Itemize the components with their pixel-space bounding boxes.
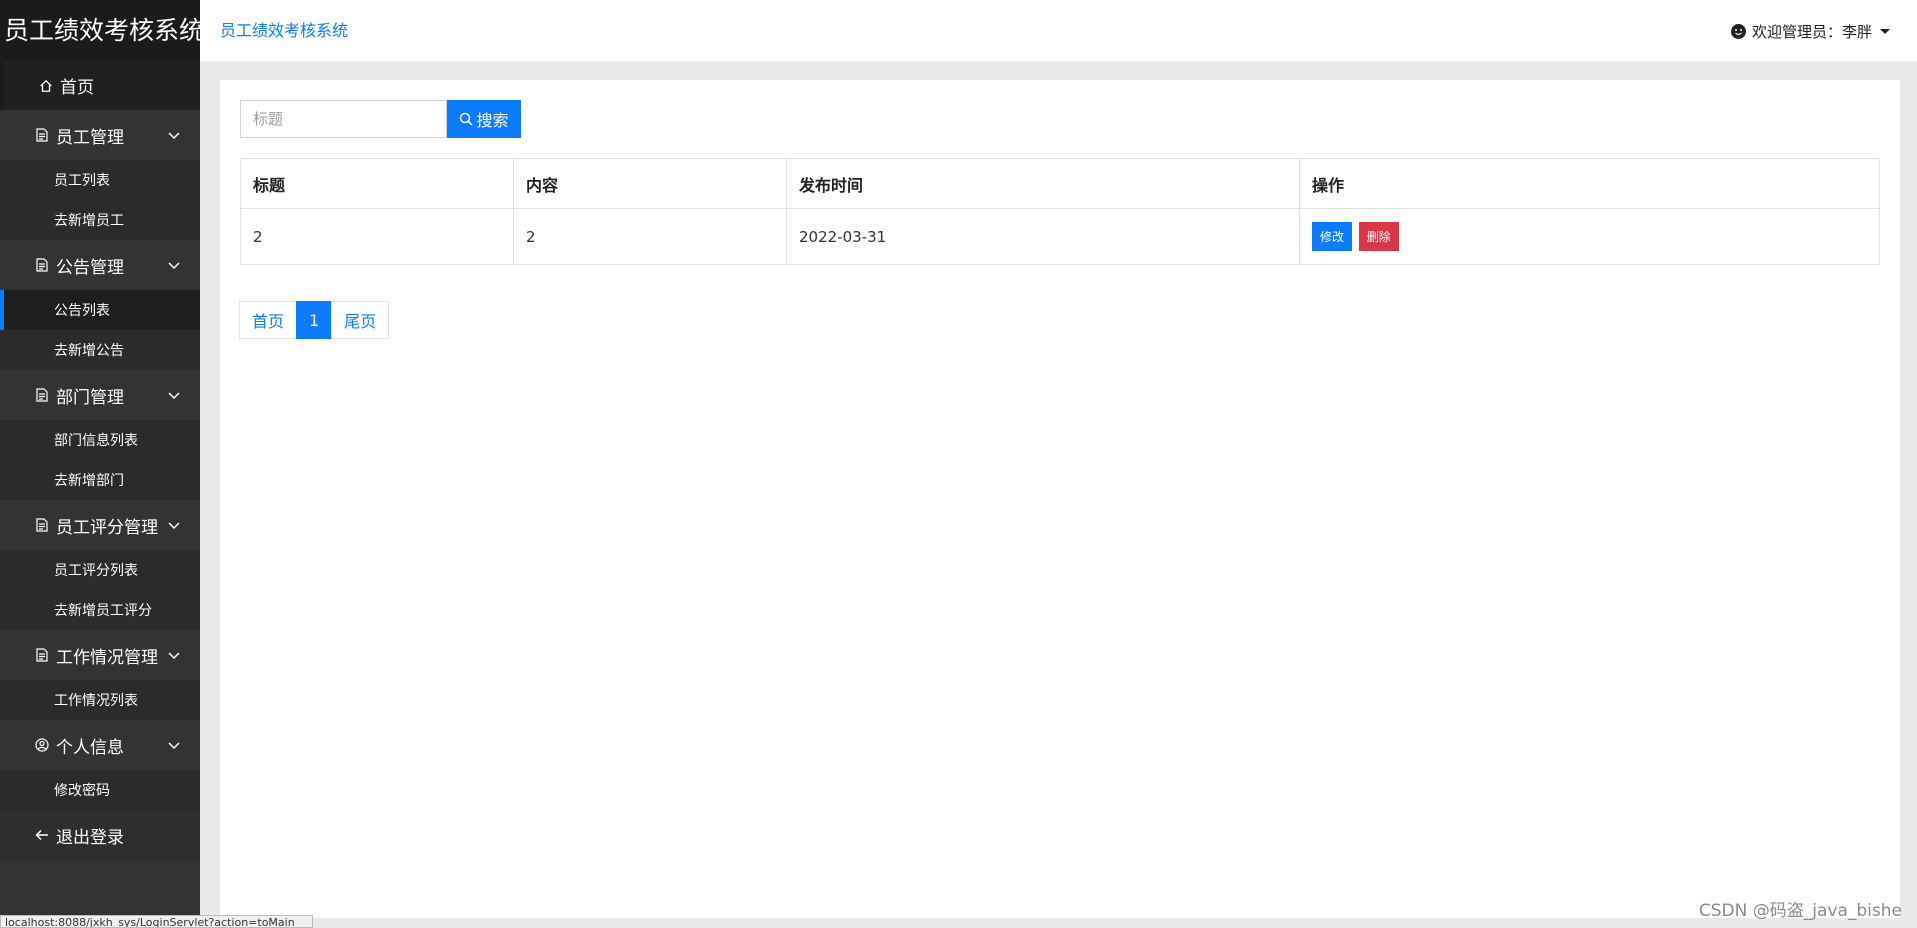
chevron-down-icon xyxy=(168,742,180,750)
column-header-content: 内容 xyxy=(513,158,787,209)
sidebar-group-work[interactable]: 工作情况管理 xyxy=(0,630,200,680)
chevron-down-icon xyxy=(168,262,180,270)
chevron-down-icon xyxy=(168,392,180,400)
page-current[interactable]: 1 xyxy=(296,301,333,339)
logout-button[interactable]: 退出登录 xyxy=(0,810,200,860)
sidebar-item-label: 首页 xyxy=(60,78,94,98)
page-first[interactable]: 首页 xyxy=(239,301,298,339)
sidebar-group-department[interactable]: 部门管理 xyxy=(0,370,200,420)
chevron-down-icon xyxy=(168,522,180,530)
document-icon xyxy=(34,387,50,403)
table-header-row: 标题 内容 发布时间 操作 xyxy=(240,158,1880,209)
document-icon xyxy=(34,127,50,143)
content-card: 搜索 标题 内容 发布时间 操作 2 2 2022-03-31 修改 删除 xyxy=(220,80,1900,918)
table-row: 2 2 2022-03-31 修改 删除 xyxy=(240,208,1880,265)
logout-label: 退出登录 xyxy=(56,827,124,848)
sidebar-item-work-list[interactable]: 工作情况列表 xyxy=(0,680,200,720)
cell-actions: 修改 删除 xyxy=(1299,208,1880,265)
browser-status-bar: localhost:8088/jxkh_sys/LoginServlet?act… xyxy=(0,915,313,928)
sidebar-group-label: 员工评分管理 xyxy=(56,517,158,538)
sidebar-group-label: 员工管理 xyxy=(56,127,124,148)
search-button[interactable]: 搜索 xyxy=(447,100,521,138)
search-button-label: 搜索 xyxy=(476,111,509,130)
sidebar-group-employee[interactable]: 员工管理 xyxy=(0,110,200,160)
sidebar-group-label: 公告管理 xyxy=(56,257,124,278)
home-icon xyxy=(38,78,54,94)
column-header-date: 发布时间 xyxy=(786,158,1300,209)
smiley-icon xyxy=(1730,24,1746,39)
watermark: CSDN @码盗_java_bishe xyxy=(1698,901,1902,921)
app-brand: 员工绩效考核系统 xyxy=(0,0,200,61)
edit-button[interactable]: 修改 xyxy=(1312,222,1353,251)
sidebar-group-label: 个人信息 xyxy=(56,737,124,758)
cell-title: 2 xyxy=(240,208,514,265)
caret-down-icon xyxy=(1880,29,1890,34)
sidebar-item-add-department[interactable]: 去新增部门 xyxy=(0,460,200,500)
sidebar-item-department-list[interactable]: 部门信息列表 xyxy=(0,420,200,460)
sidebar-item-add-employee[interactable]: 去新增员工 xyxy=(0,200,200,240)
chevron-down-icon xyxy=(168,652,180,660)
sidebar-item-add-notice[interactable]: 去新增公告 xyxy=(0,330,200,370)
sidebar-group-rating[interactable]: 员工评分管理 xyxy=(0,500,200,550)
sidebar-item-change-password[interactable]: 修改密码 xyxy=(0,770,200,810)
notice-table: 标题 内容 发布时间 操作 2 2 2022-03-31 修改 删除 xyxy=(240,158,1880,265)
sidebar-item-rating-list[interactable]: 员工评分列表 xyxy=(0,550,200,590)
chevron-down-icon xyxy=(168,132,180,140)
document-icon xyxy=(34,647,50,663)
sidebar-item-add-rating[interactable]: 去新增员工评分 xyxy=(0,590,200,630)
cell-date: 2022-03-31 xyxy=(786,208,1300,265)
document-icon xyxy=(34,517,50,533)
search-input[interactable] xyxy=(240,100,447,138)
search-icon xyxy=(460,112,474,126)
welcome-text: 欢迎管理员：李胖 xyxy=(1751,23,1872,41)
user-menu[interactable]: 欢迎管理员：李胖 xyxy=(1730,21,1890,42)
sidebar-item-home[interactable]: 首页 xyxy=(0,61,200,110)
sidebar-group-profile[interactable]: 个人信息 xyxy=(0,720,200,770)
breadcrumb[interactable]: 员工绩效考核系统 xyxy=(220,17,348,41)
sidebar-group-label: 部门管理 xyxy=(56,387,124,408)
user-circle-icon xyxy=(34,737,50,753)
delete-button[interactable]: 删除 xyxy=(1358,222,1399,251)
column-header-actions: 操作 xyxy=(1299,158,1880,209)
page-last[interactable]: 尾页 xyxy=(331,301,390,339)
top-bar: 员工绩效考核系统 欢迎管理员：李胖 xyxy=(200,0,1917,61)
sidebar-group-notice[interactable]: 公告管理 xyxy=(0,240,200,290)
sidebar-item-notice-list[interactable]: 公告列表 xyxy=(0,290,200,330)
column-header-title: 标题 xyxy=(240,158,514,209)
arrow-left-icon xyxy=(34,827,50,843)
sidebar-group-label: 工作情况管理 xyxy=(56,647,158,668)
sidebar-item-employee-list[interactable]: 员工列表 xyxy=(0,160,200,200)
sidebar: 员工绩效考核系统 首页 员工管理 员工列表 去新增员工 公告管理 公告列表 去新… xyxy=(0,0,200,928)
pagination: 首页 1 尾页 xyxy=(239,301,390,339)
document-icon xyxy=(34,257,50,273)
cell-content: 2 xyxy=(513,208,787,265)
search-form: 搜索 xyxy=(240,100,521,138)
